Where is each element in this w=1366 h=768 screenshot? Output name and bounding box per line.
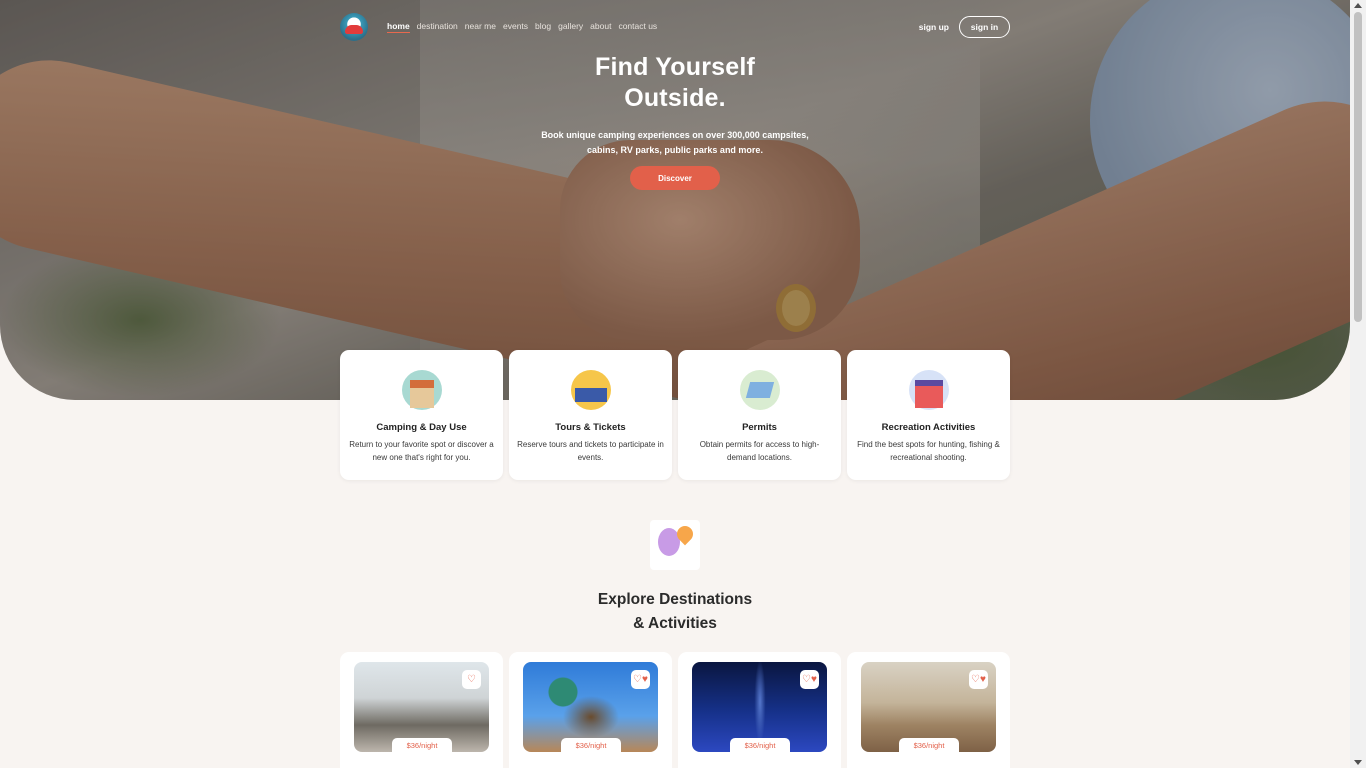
hero-title-line-2: Outside. [624, 84, 726, 112]
price-badge: $36/night [899, 738, 959, 752]
price-badge: $36/night [561, 738, 621, 752]
scroll-up-arrow-icon[interactable] [1354, 3, 1362, 8]
nav-link-events[interactable]: events [503, 21, 528, 33]
heart-icon[interactable]: ♡♥ [800, 670, 819, 689]
destination-card[interactable]: ♡♥ $36/night [847, 652, 1010, 768]
discover-button[interactable]: Discover [630, 166, 720, 190]
page-scrollbar[interactable] [1350, 0, 1366, 768]
service-cards: Camping & Day Use Return to your favorit… [340, 350, 1010, 480]
hero-subtitle: Book unique camping experiences on over … [525, 128, 825, 157]
destination-card[interactable]: ♡ $36/night [340, 652, 503, 768]
scrollbar-thumb[interactable] [1354, 12, 1362, 322]
service-card-camping[interactable]: Camping & Day Use Return to your favorit… [340, 350, 503, 480]
hero-subtitle-line-2: cabins, RV parks, public parks and more. [587, 144, 763, 155]
top-navigation: home destination near me events blog gal… [340, 12, 1010, 42]
service-card-tours[interactable]: Tours & Tickets Reserve tours and ticket… [509, 350, 672, 480]
sign-up-link[interactable]: sign up [919, 22, 949, 32]
explore-title: Explore Destinations & Activities [525, 588, 825, 636]
service-title: Camping & Day Use [376, 422, 467, 433]
explore-title-line-1: Explore Destinations [597, 591, 753, 608]
nav-link-contact-us[interactable]: contact us [618, 21, 657, 33]
service-description: Return to your favorite spot or discover… [349, 440, 494, 462]
hero-title: Find Yourself Outside. [475, 52, 875, 114]
destination-image: ♡♥ $36/night [692, 662, 827, 752]
auth-actions: sign up sign in [919, 16, 1010, 38]
tour-icon [570, 370, 611, 410]
hero-subtitle-line-1: Book unique camping experiences on over … [541, 130, 809, 140]
nav-link-gallery[interactable]: gallery [558, 21, 583, 33]
hero-title-line-1: Find Yourself [594, 53, 756, 81]
scroll-down-arrow-icon[interactable] [1354, 760, 1362, 765]
service-description: Find the best spots for hunting, fishing… [857, 440, 1000, 462]
nav-link-home[interactable]: home [387, 21, 410, 33]
destination-card[interactable]: ♡♥ $36/night [509, 652, 672, 768]
destination-cards: ♡ $36/night ♡♥ $36/night ♡♥ $36/night ♡♥… [340, 652, 1010, 768]
heart-icon[interactable]: ♡ [462, 670, 481, 689]
service-card-recreation[interactable]: Recreation Activities Find the best spot… [847, 350, 1010, 480]
service-title: Tours & Tickets [555, 422, 626, 433]
sign-in-button[interactable]: sign in [959, 16, 1010, 38]
nav-link-destination[interactable]: destination [417, 21, 458, 33]
map-pin-illustration-icon [650, 520, 700, 570]
nav-link-blog[interactable]: blog [535, 21, 551, 33]
service-card-permits[interactable]: Permits Obtain permits for access to hig… [678, 350, 841, 480]
destination-image: ♡♥ $36/night [861, 662, 996, 752]
destination-card[interactable]: ♡♥ $36/night [678, 652, 841, 768]
logo-icon[interactable] [340, 13, 368, 41]
service-description: Obtain permits for access to high-demand… [699, 440, 820, 462]
heart-icon[interactable]: ♡♥ [631, 670, 650, 689]
recreation-icon [908, 370, 949, 410]
price-badge: $36/night [392, 738, 452, 752]
destination-image: ♡♥ $36/night [523, 662, 658, 752]
service-title: Recreation Activities [881, 422, 976, 433]
nav-link-near-me[interactable]: near me [465, 21, 496, 33]
price-badge: $36/night [730, 738, 790, 752]
service-title: Permits [742, 422, 777, 433]
destination-image: ♡ $36/night [354, 662, 489, 752]
cabin-icon [401, 370, 442, 410]
nav-link-about[interactable]: about [590, 21, 611, 33]
service-description: Reserve tours and tickets to participate… [517, 440, 664, 462]
nav-links: home destination near me events blog gal… [387, 21, 657, 33]
explore-title-line-2: & Activities [633, 615, 717, 632]
heart-icon[interactable]: ♡♥ [969, 670, 988, 689]
permit-icon [739, 370, 780, 410]
